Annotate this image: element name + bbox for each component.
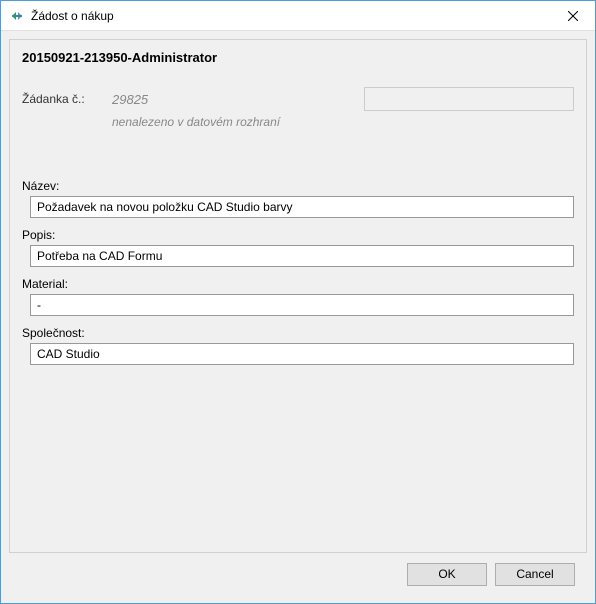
name-input[interactable] bbox=[30, 196, 574, 218]
request-number-value: 29825 bbox=[112, 92, 342, 107]
close-button[interactable] bbox=[550, 1, 595, 31]
page-title: 20150921-213950-Administrator bbox=[22, 50, 574, 65]
content-area: 20150921-213950-Administrator Žádanka č.… bbox=[1, 31, 595, 603]
request-number-label: Žádanka č.: bbox=[22, 92, 112, 106]
company-label: Společnost: bbox=[22, 326, 574, 340]
button-bar: OK Cancel bbox=[9, 553, 587, 595]
description-input[interactable] bbox=[30, 245, 574, 267]
app-icon bbox=[9, 8, 25, 24]
request-number-row: Žádanka č.: 29825 bbox=[22, 87, 574, 111]
titlebar: Žádost o nákup bbox=[1, 1, 595, 31]
company-field-group: Společnost: bbox=[22, 326, 574, 365]
material-input[interactable] bbox=[30, 294, 574, 316]
description-label: Popis: bbox=[22, 228, 574, 242]
dialog-window: Žádost o nákup 20150921-213950-Administr… bbox=[0, 0, 596, 604]
company-input[interactable] bbox=[30, 343, 574, 365]
material-label: Material: bbox=[22, 277, 574, 291]
form-panel: 20150921-213950-Administrator Žádanka č.… bbox=[9, 39, 587, 553]
not-found-message: nenalezeno v datovém rozhraní bbox=[112, 115, 574, 129]
lookup-display-field bbox=[364, 87, 574, 111]
description-field-group: Popis: bbox=[22, 228, 574, 267]
name-field-group: Název: bbox=[22, 179, 574, 218]
ok-button[interactable]: OK bbox=[407, 563, 487, 586]
close-icon bbox=[568, 11, 578, 21]
name-label: Název: bbox=[22, 179, 574, 193]
cancel-button[interactable]: Cancel bbox=[495, 563, 575, 586]
window-title: Žádost o nákup bbox=[31, 9, 550, 23]
material-field-group: Material: bbox=[22, 277, 574, 316]
